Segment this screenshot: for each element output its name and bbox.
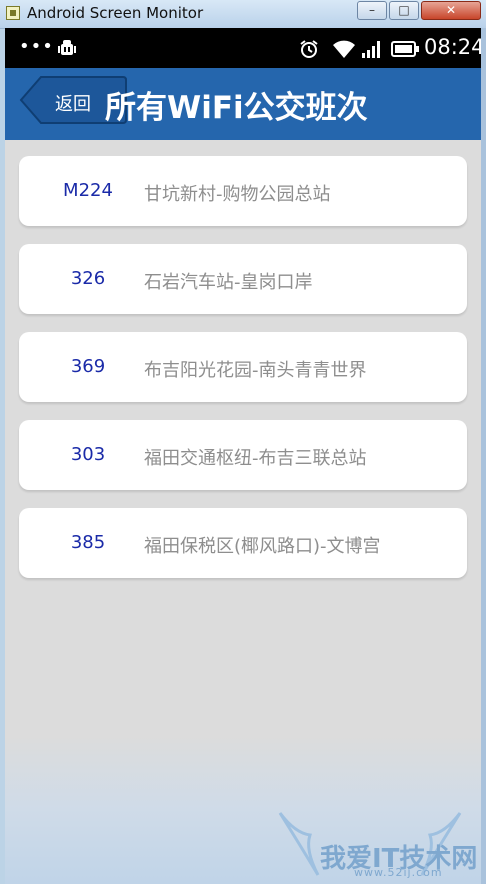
debug-android-icon <box>58 40 76 55</box>
watermark-url: www.52ij.com <box>354 866 443 879</box>
signal-icon <box>362 41 380 58</box>
route-name: 甘坑新村-购物公园总站 <box>144 184 331 205</box>
route-number: 369 <box>70 356 106 377</box>
route-item[interactable]: 369 布吉阳光花园-南头青青世界 <box>19 332 467 402</box>
route-list: M224 甘坑新村-购物公园总站 326 石岩汽车站-皇岗口岸 369 布吉阳光… <box>5 140 481 884</box>
route-name: 福田交通枢纽-布吉三联总站 <box>144 448 367 469</box>
window-title: Android Screen Monitor <box>27 4 204 22</box>
maximize-icon: □ <box>398 3 410 17</box>
route-item[interactable]: M224 甘坑新村-购物公园总站 <box>19 156 467 226</box>
close-button[interactable]: ✕ <box>421 1 481 20</box>
close-icon: ✕ <box>445 3 457 17</box>
page-title: 所有WiFi公交班次 <box>105 90 368 126</box>
route-name: 石岩汽车站-皇岗口岸 <box>144 272 313 293</box>
route-item[interactable]: 326 石岩汽车站-皇岗口岸 <box>19 244 467 314</box>
minimize-icon: – <box>369 3 375 17</box>
window-right-border <box>481 28 486 884</box>
clock-time: 08:24 <box>424 35 485 59</box>
maximize-button[interactable]: □ <box>389 1 419 20</box>
route-item[interactable]: 303 福田交通枢纽-布吉三联总站 <box>19 420 467 490</box>
battery-icon <box>391 41 419 57</box>
alarm-icon <box>300 40 318 58</box>
route-name: 布吉阳光花园-南头青青世界 <box>144 360 367 381</box>
route-name: 福田保税区(椰风路口)-文博宫 <box>144 536 381 557</box>
wifi-icon <box>333 40 355 58</box>
window-titlebar: Android Screen Monitor – □ ✕ <box>0 0 486 29</box>
status-bar: ••• 08:24 <box>5 28 485 68</box>
route-number: M224 <box>63 180 113 201</box>
minimize-button[interactable]: – <box>357 1 387 20</box>
more-dots-icon: ••• <box>19 36 54 57</box>
app-header: 返回 所有WiFi公交班次 <box>5 68 481 140</box>
route-number: 385 <box>70 532 106 553</box>
route-number: 303 <box>70 444 106 465</box>
app-window-icon <box>6 6 20 20</box>
route-number: 326 <box>70 268 106 289</box>
route-item[interactable]: 385 福田保税区(椰风路口)-文博宫 <box>19 508 467 578</box>
back-label: 返回 <box>55 94 91 115</box>
